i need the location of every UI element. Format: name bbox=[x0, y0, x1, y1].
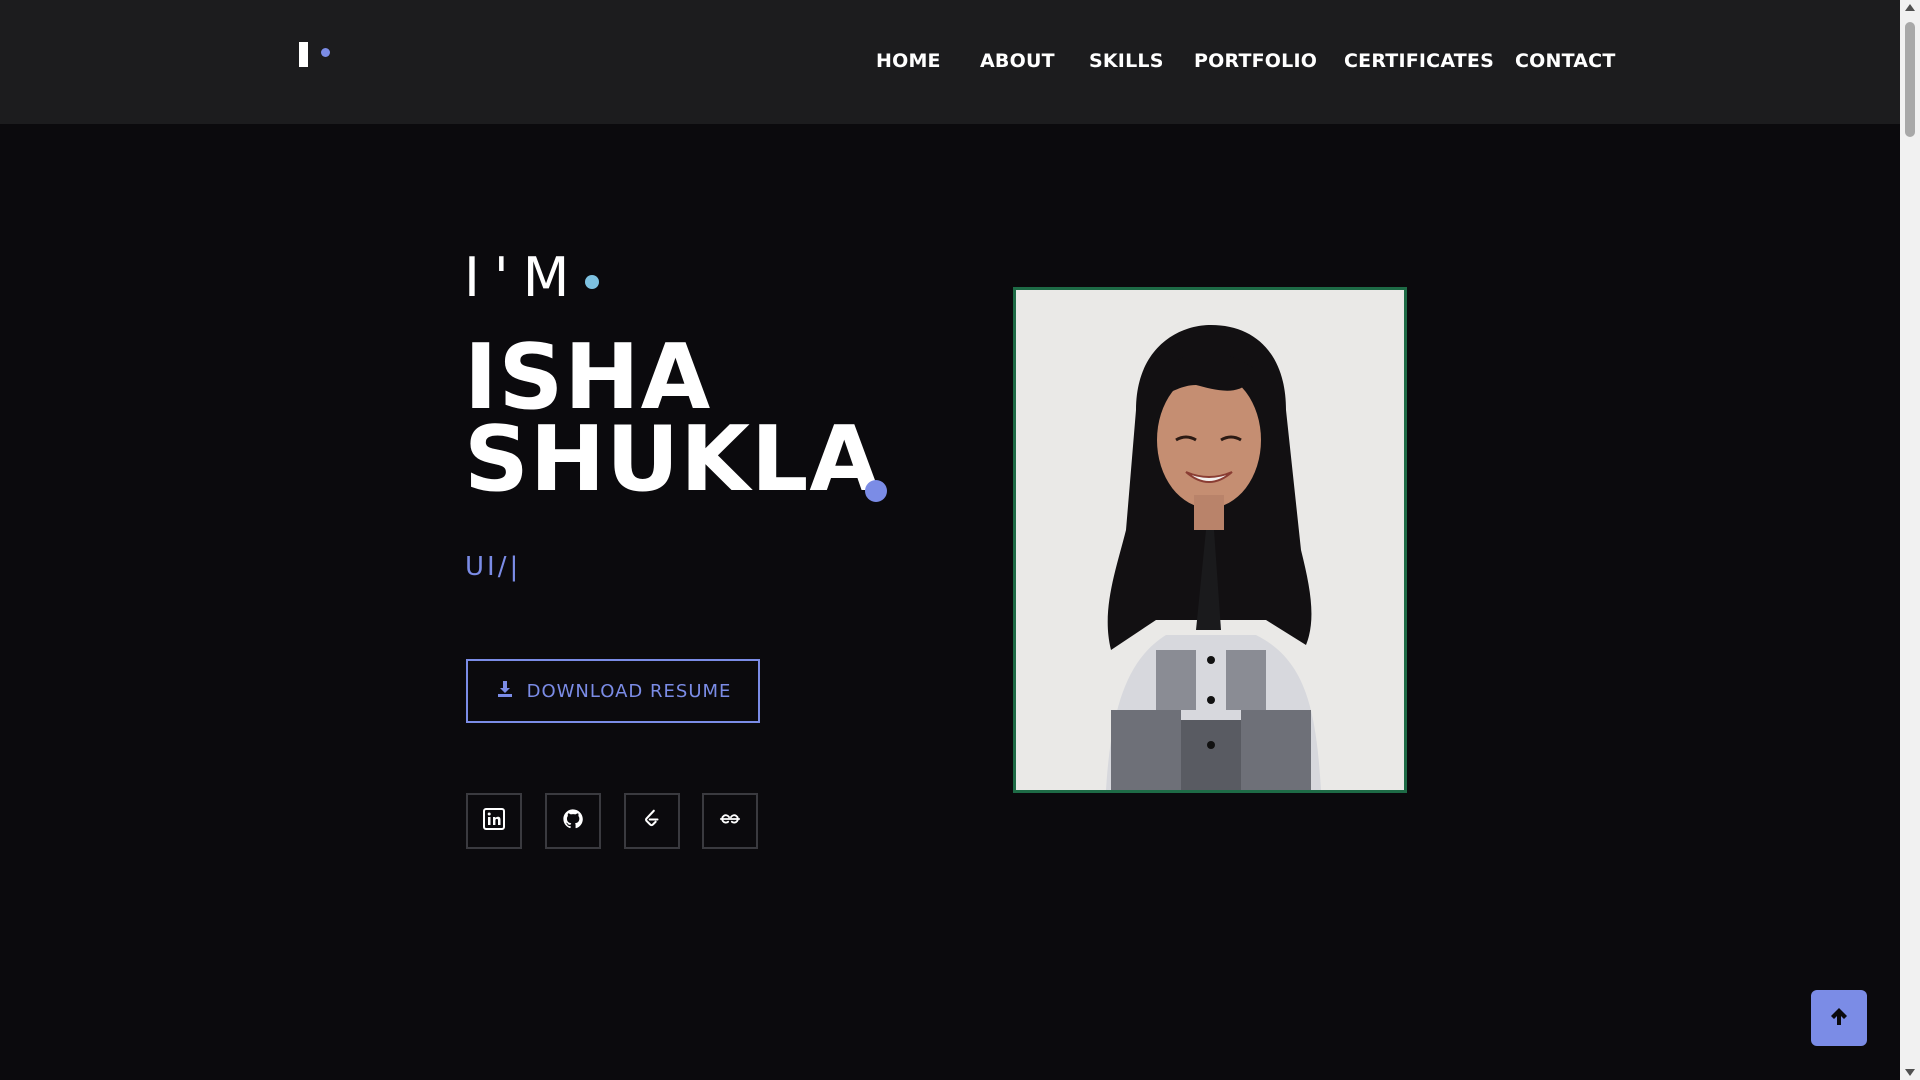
scrollbar-up-arrow[interactable] bbox=[1905, 4, 1915, 11]
nav-about[interactable]: ABOUT bbox=[980, 50, 1055, 72]
download-resume-label: DOWNLOAD RESUME bbox=[526, 680, 732, 702]
portrait-image bbox=[1016, 290, 1404, 790]
name-last: SHUKLA bbox=[464, 407, 880, 512]
leetcode-link[interactable] bbox=[624, 793, 680, 849]
intro-dot bbox=[585, 275, 599, 289]
page-scrollbar[interactable] bbox=[1900, 0, 1920, 1080]
github-icon bbox=[562, 808, 584, 834]
linkedin-link[interactable] bbox=[466, 793, 522, 849]
nav-certificates[interactable]: CERTIFICATES bbox=[1344, 50, 1494, 72]
typed-role: UI/| bbox=[465, 552, 522, 582]
scrollbar-thumb[interactable] bbox=[1905, 22, 1915, 137]
nav-contact[interactable]: CONTACT bbox=[1515, 50, 1616, 72]
geeksforgeeks-link[interactable] bbox=[702, 793, 758, 849]
scrollbar-down-arrow[interactable] bbox=[1905, 1069, 1915, 1076]
hero-name: ISHA SHUKLA bbox=[464, 333, 880, 512]
linkedin-icon bbox=[483, 808, 505, 834]
profile-photo bbox=[1013, 287, 1407, 793]
scroll-to-top-button[interactable] bbox=[1811, 990, 1867, 1046]
nav-skills[interactable]: SKILLS bbox=[1089, 50, 1164, 72]
geeksforgeeks-icon bbox=[719, 808, 741, 834]
name-dot bbox=[865, 480, 887, 502]
leetcode-icon bbox=[641, 808, 663, 834]
nav-home[interactable]: HOME bbox=[876, 50, 941, 72]
site-header: HOME ABOUT SKILLS PORTFOLIO CERTIFICATES… bbox=[0, 0, 1900, 124]
main-nav: HOME ABOUT SKILLS PORTFOLIO CERTIFICATES… bbox=[0, 50, 1900, 80]
download-resume-button[interactable]: DOWNLOAD RESUME bbox=[466, 659, 760, 723]
nav-portfolio[interactable]: PORTFOLIO bbox=[1194, 50, 1317, 72]
download-icon bbox=[495, 679, 515, 704]
github-link[interactable] bbox=[545, 793, 601, 849]
intro-text: I'M bbox=[464, 246, 584, 309]
arrow-up-icon bbox=[1828, 1005, 1850, 1031]
